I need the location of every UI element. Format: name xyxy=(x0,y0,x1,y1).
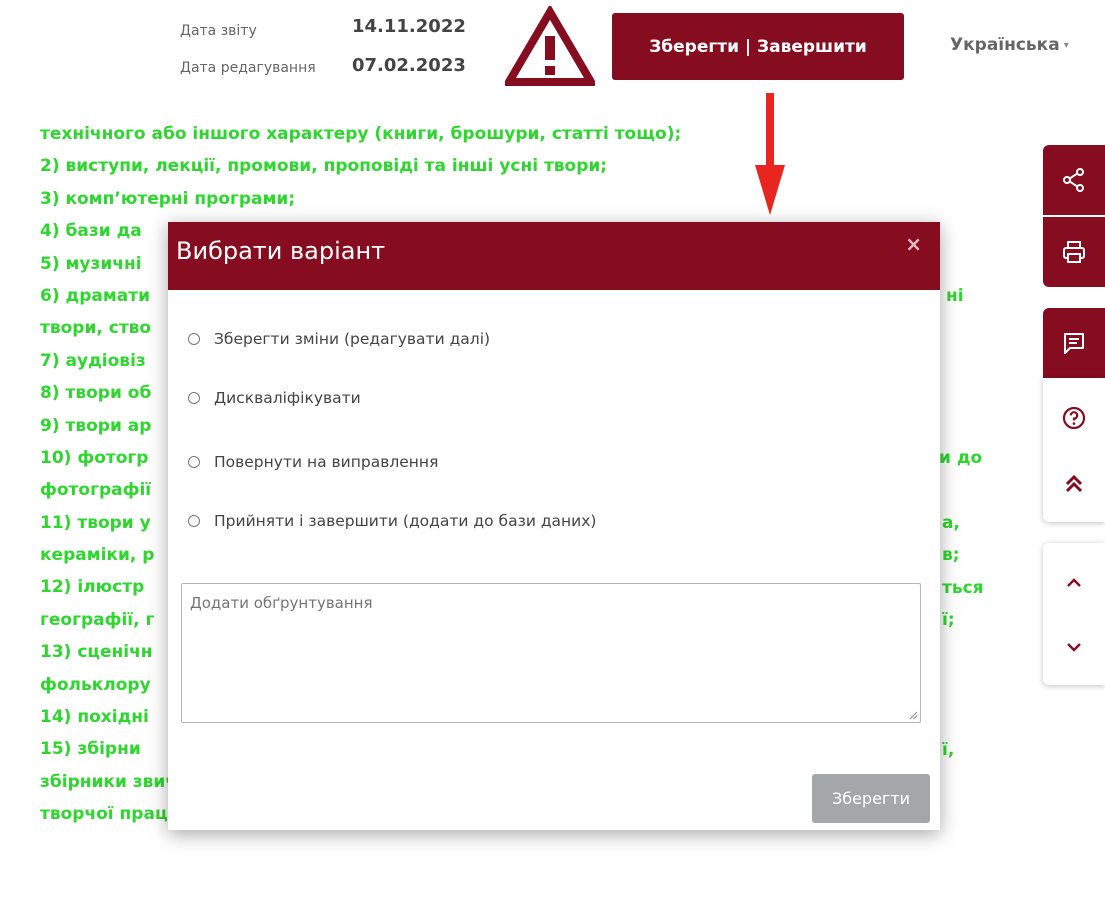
chevron-down-icon: ▾ xyxy=(1063,39,1069,51)
language-label: Українська xyxy=(950,35,1060,55)
scroll-top-button[interactable] xyxy=(1043,454,1105,514)
text-fragment: и до xyxy=(939,448,983,468)
comment-button[interactable] xyxy=(1043,308,1105,378)
comment-icon xyxy=(1064,333,1084,354)
text-line: технічного або іншого характеру (книги, … xyxy=(40,124,682,144)
option-save-changes[interactable]: Зберегти зміни (редагувати далі) xyxy=(188,330,490,348)
option-accept-and-finish[interactable]: Прийняти і завершити (додати до бази дан… xyxy=(188,512,596,530)
text-line: 3) комп’ютерні програми; xyxy=(40,188,296,209)
sidebar-navigation xyxy=(1043,543,1105,685)
next-button[interactable] xyxy=(1043,619,1105,675)
share-icon xyxy=(1063,168,1084,192)
text-fragment: в; xyxy=(942,545,960,566)
print-button[interactable] xyxy=(1043,217,1105,287)
text-fragment: ться xyxy=(942,577,984,598)
warning-icon xyxy=(505,6,595,86)
double-chevron-up-icon xyxy=(1065,474,1083,493)
option-label: Прийняти і завершити (додати до бази дан… xyxy=(214,512,597,530)
report-date-value: 14.11.2022 xyxy=(352,16,466,37)
dialog-title: Вибрати варіант xyxy=(176,237,386,265)
text-fragment: ні xyxy=(946,286,964,306)
choose-option-dialog: Вибрати варіант × Зберегти зміни (редагу… xyxy=(168,222,940,830)
radio-button[interactable] xyxy=(188,392,200,404)
resize-handle-icon[interactable] xyxy=(908,710,918,720)
dialog-save-button[interactable]: Зберегти xyxy=(812,774,930,823)
option-label: Зберегти зміни (редагувати далі) xyxy=(214,330,491,348)
text-line: 2) виступи, лекції, промови, проповіді т… xyxy=(40,156,608,177)
radio-button[interactable] xyxy=(188,333,200,345)
help-icon xyxy=(1062,406,1086,430)
edit-date-label: Дата редагування xyxy=(180,60,316,76)
share-button[interactable] xyxy=(1043,145,1105,215)
option-label: Повернути на виправлення xyxy=(214,453,439,471)
text-fragment: ї; xyxy=(942,610,955,630)
text-fragment: а, xyxy=(942,512,960,533)
chevron-down-icon xyxy=(1067,643,1081,652)
option-disqualify[interactable]: Дискваліфікувати xyxy=(188,389,361,407)
text-fragment: ї, xyxy=(942,739,955,760)
option-label: Дискваліфікувати xyxy=(214,389,361,407)
edit-date-value: 07.02.2023 xyxy=(352,55,466,76)
page-header: Дата звіту 14.11.2022 Дата редагування 0… xyxy=(0,0,1105,105)
language-selector[interactable]: Українська ▾ xyxy=(950,35,1069,55)
print-icon xyxy=(1063,241,1085,263)
red-arrow-icon xyxy=(755,93,785,215)
save-finish-button[interactable]: Зберегти | Завершити xyxy=(612,13,904,80)
chevron-up-icon xyxy=(1067,578,1081,587)
dialog-header: Вибрати варіант × xyxy=(168,222,940,290)
reason-textarea[interactable] xyxy=(181,583,921,723)
sidebar-tools xyxy=(1043,378,1105,522)
close-icon[interactable]: × xyxy=(905,232,922,256)
previous-button[interactable] xyxy=(1043,555,1105,611)
help-button[interactable] xyxy=(1043,388,1105,448)
radio-button[interactable] xyxy=(188,515,200,527)
report-date-label: Дата звіту xyxy=(180,23,257,39)
option-return-for-correction[interactable]: Повернути на виправлення xyxy=(188,453,438,471)
radio-button[interactable] xyxy=(188,456,200,468)
